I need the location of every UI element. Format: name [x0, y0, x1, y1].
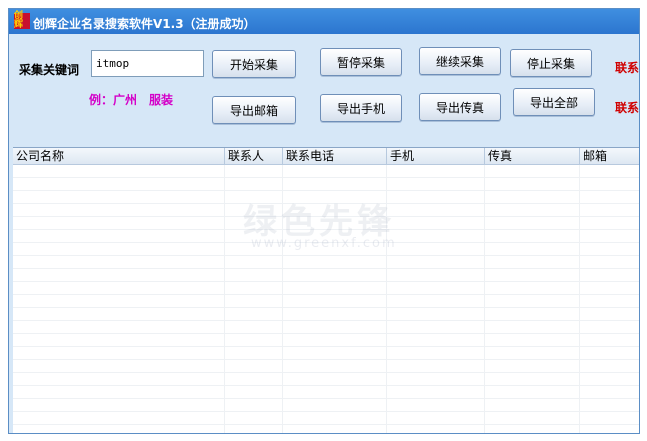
- export-all-button[interactable]: 导出全部: [513, 88, 595, 116]
- table-row[interactable]: [13, 178, 639, 191]
- table-row[interactable]: [13, 165, 639, 178]
- pause-collect-button[interactable]: 暂停采集: [320, 48, 402, 76]
- column-header-mobile[interactable]: 手机: [386, 148, 484, 164]
- table-row[interactable]: [13, 269, 639, 282]
- app-window: 创辉 创辉企业名录搜索软件V1.3（注册成功） 采集关键词 例：广州服装 开始采…: [8, 8, 640, 434]
- table-row[interactable]: [13, 386, 639, 399]
- table-row[interactable]: [13, 347, 639, 360]
- table-row[interactable]: [13, 399, 639, 412]
- start-collect-button[interactable]: 开始采集: [212, 50, 296, 78]
- table-row[interactable]: [13, 412, 639, 425]
- example-hint-suffix: 服装: [149, 93, 174, 107]
- keyword-label: 采集关键词: [19, 63, 80, 77]
- export-mobile-button[interactable]: 导出手机: [320, 94, 402, 122]
- column-header-company[interactable]: 公司名称: [13, 148, 223, 164]
- results-table[interactable]: 公司名称 联系人 联系电话 手机 传真 邮箱 绿色先锋 www.greenxf.…: [13, 147, 639, 433]
- window-title: 创辉企业名录搜索软件V1.3（注册成功）: [33, 17, 256, 31]
- watermark-url: www.greenxf.com: [251, 236, 397, 251]
- app-logo-icon: 创辉: [14, 12, 30, 30]
- export-fax-button[interactable]: 导出传真: [419, 93, 501, 121]
- table-row[interactable]: [13, 334, 639, 347]
- table-header: 公司名称 联系人 联系电话 手机 传真 邮箱: [13, 148, 639, 165]
- column-header-fax[interactable]: 传真: [484, 148, 579, 164]
- table-row[interactable]: [13, 373, 639, 386]
- resume-collect-button[interactable]: 继续采集: [419, 47, 501, 75]
- column-header-email[interactable]: 邮箱: [579, 148, 639, 164]
- column-header-contact[interactable]: 联系人: [224, 148, 282, 164]
- export-email-button[interactable]: 导出邮箱: [212, 96, 296, 124]
- contact-link-2[interactable]: 联系: [615, 99, 639, 116]
- table-row[interactable]: [13, 360, 639, 373]
- stop-collect-button[interactable]: 停止采集: [510, 49, 592, 77]
- title-bar[interactable]: 创辉 创辉企业名录搜索软件V1.3（注册成功）: [9, 9, 639, 34]
- keyword-input[interactable]: [91, 50, 204, 77]
- contact-link-1[interactable]: 联系: [615, 59, 639, 76]
- column-header-phone[interactable]: 联系电话: [282, 148, 383, 164]
- table-row[interactable]: [13, 308, 639, 321]
- table-row[interactable]: [13, 425, 639, 433]
- example-hint-prefix: 例：广州: [89, 93, 138, 107]
- table-row[interactable]: [13, 295, 639, 308]
- table-row[interactable]: [13, 282, 639, 295]
- example-hint: 例：广州 服装: [89, 91, 173, 108]
- table-row[interactable]: [13, 256, 639, 269]
- table-row[interactable]: [13, 321, 639, 334]
